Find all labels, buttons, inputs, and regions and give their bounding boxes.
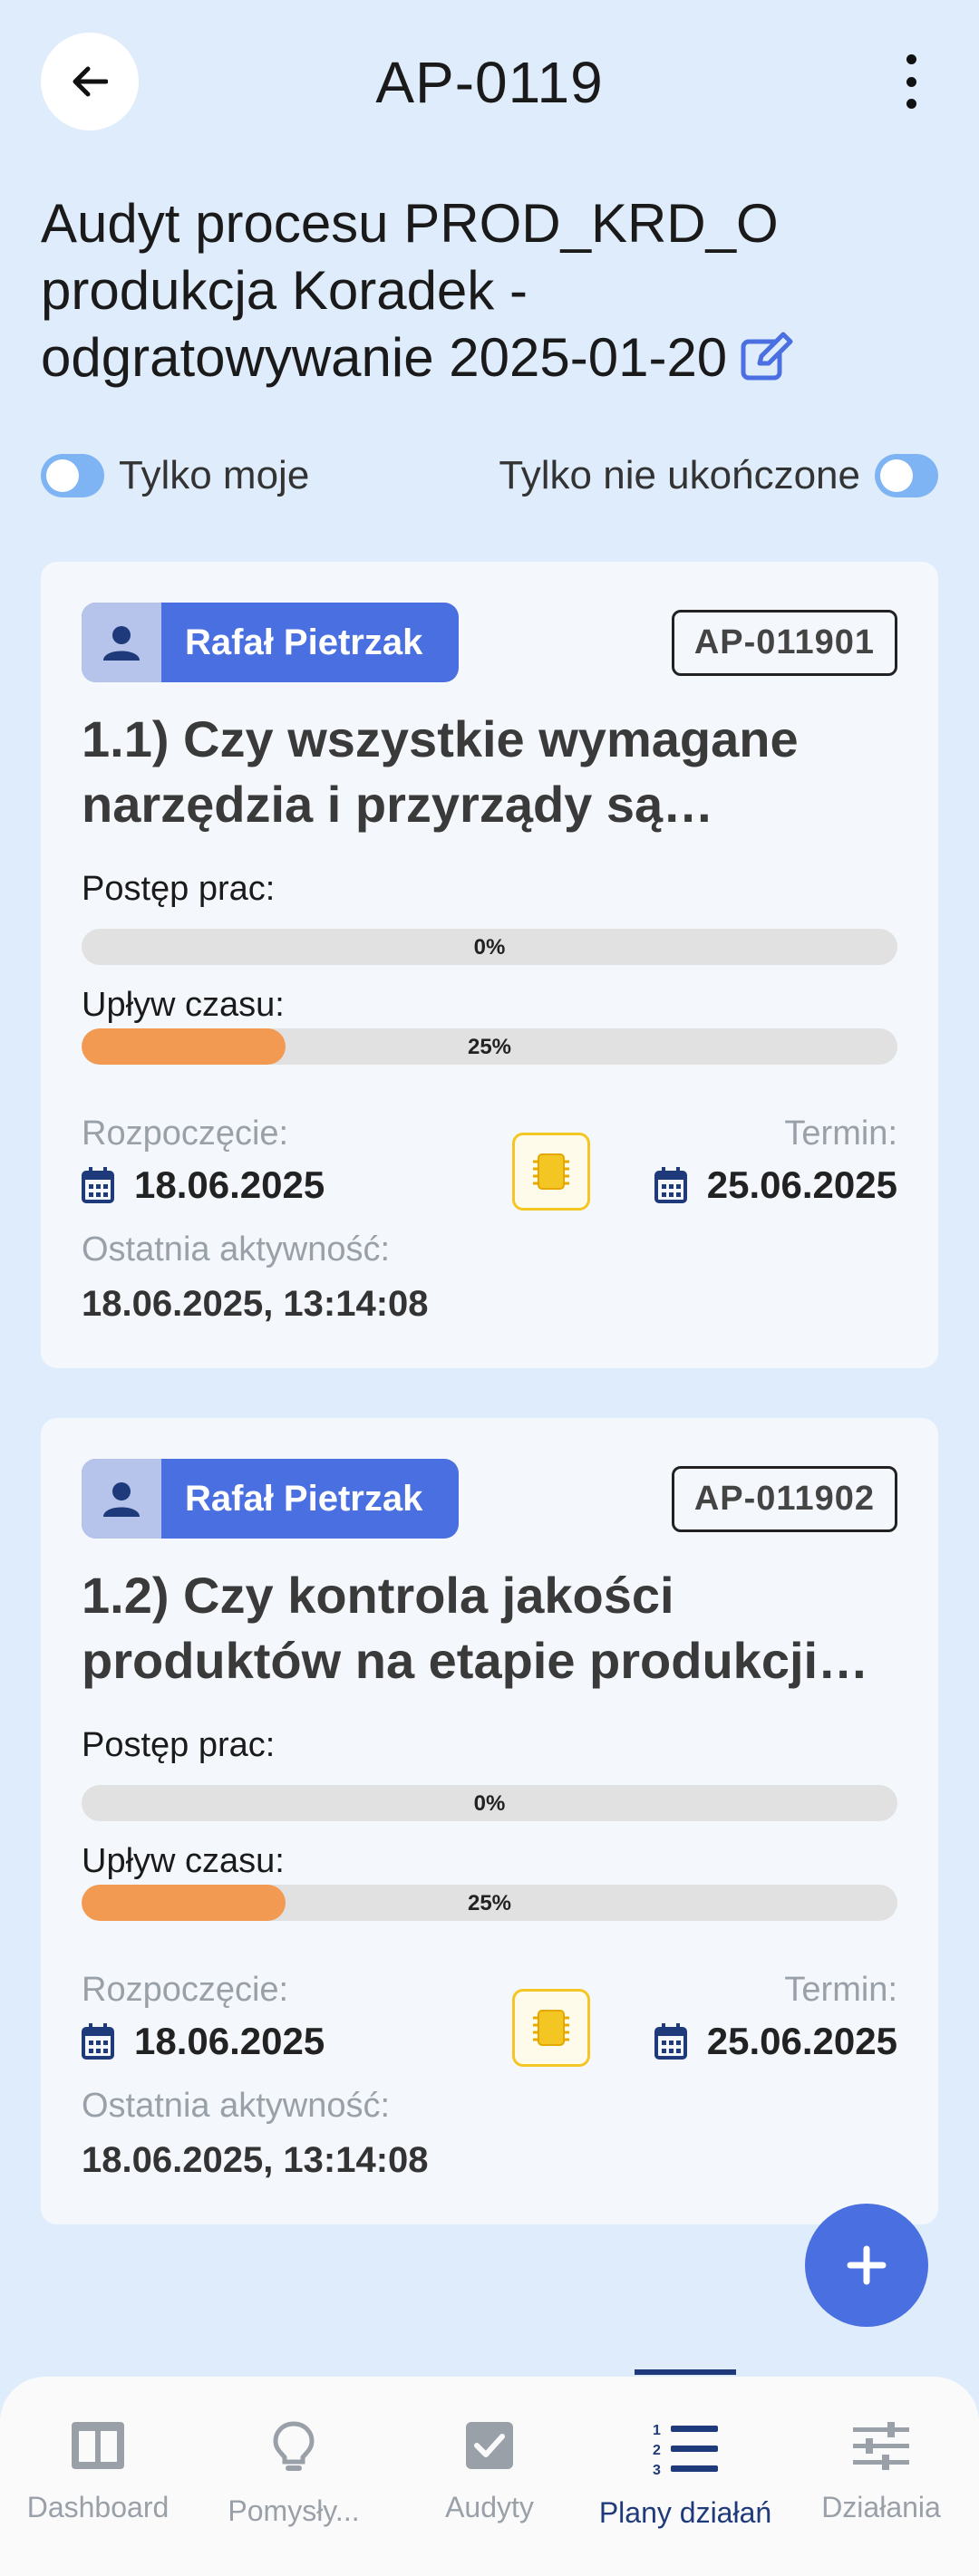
time-elapsed-percent: 25%	[467, 1035, 512, 1059]
checkbox-icon	[466, 2422, 513, 2469]
progress-percent: 0%	[473, 935, 506, 960]
only-mine-label: Tylko moje	[119, 453, 310, 497]
start-label: Rozpoczęcie:	[82, 1971, 289, 2009]
only-mine-toggle[interactable]	[41, 454, 104, 497]
more-vertical-icon	[906, 54, 916, 64]
edit-icon[interactable]	[740, 330, 796, 397]
card-code: AP-011902	[671, 1466, 897, 1532]
time-elapsed-bar: 25%	[82, 1885, 897, 1921]
lightbulb-icon	[273, 2421, 315, 2471]
plus-icon	[847, 2245, 887, 2285]
sliders-icon	[853, 2422, 909, 2470]
time-elapsed-percent: 25%	[467, 1891, 512, 1915]
card-code: AP-011901	[671, 610, 897, 676]
nav-label: Dashboard	[26, 2491, 170, 2523]
start-date: 18.06.2025	[82, 2020, 325, 2063]
start-date-value: 18.06.2025	[134, 2020, 325, 2062]
svg-text:2: 2	[653, 2443, 661, 2458]
chip-icon[interactable]	[512, 1133, 590, 1211]
assignee-name: Rafał Pietrzak	[185, 1478, 423, 1519]
time-elapsed-label: Upływ czasu:	[82, 986, 285, 1024]
card-title: 1.2) Czy kontrola jakości produktów na e…	[82, 1567, 819, 1689]
deadline-date-value: 25.06.2025	[706, 1163, 897, 1206]
deadline-label: Termin:	[784, 1114, 897, 1153]
assignee-badge: Rafał Pietrzak	[82, 1459, 459, 1539]
progress-percent: 0%	[473, 1791, 506, 1816]
start-date: 18.06.2025	[82, 1163, 325, 1207]
start-label: Rozpoczęcie:	[82, 1114, 289, 1153]
audit-title: Audyt procesu PROD_KRD_O produkcja Korad…	[41, 190, 911, 397]
deadline-date-value: 25.06.2025	[706, 2020, 897, 2062]
progress-label: Postęp prac:	[82, 870, 276, 908]
nav-label: Działania	[821, 2491, 941, 2523]
audit-title-text: Audyt procesu PROD_KRD_O produkcja Korad…	[41, 193, 779, 388]
last-activity-value: 18.06.2025, 13:14:08	[82, 1284, 429, 1324]
calendar-icon	[654, 2023, 687, 2060]
progress-label: Postęp prac:	[82, 1726, 276, 1764]
last-activity-label: Ostatnia aktywność:	[82, 1230, 391, 1269]
nav-label: Audyty	[445, 2491, 534, 2523]
only-unfinished-label: Tylko nie ukończone	[499, 453, 860, 497]
deadline-date: 25.06.2025	[654, 2020, 897, 2063]
deadline-label: Termin:	[784, 1971, 897, 2009]
add-button[interactable]	[805, 2204, 928, 2327]
nav-ideas[interactable]: Pomysły...	[196, 2377, 392, 2576]
time-elapsed-label: Upływ czasu:	[82, 1842, 285, 1880]
action-plan-card[interactable]: Rafał Pietrzak AP-011901 1.1) Czy wszyst…	[41, 562, 938, 1368]
svg-text:1: 1	[653, 2423, 661, 2438]
filters-row: Tylko moje Tylko nie ukończone	[41, 453, 938, 507]
progress-bar: 0%	[82, 1785, 897, 1821]
card-title: 1.1) Czy wszystkie wymagane narzędzia i …	[82, 710, 799, 833]
progress-bar: 0%	[82, 929, 897, 965]
calendar-icon	[654, 1167, 687, 1203]
nav-label: Pomysły...	[228, 2494, 360, 2527]
bottom-navigation: Dashboard Pomysły... Audyty 1 2 3 Plany dz…	[0, 2369, 979, 2576]
only-unfinished-toggle[interactable]	[875, 454, 938, 497]
last-activity-value: 18.06.2025, 13:14:08	[82, 2140, 429, 2180]
numbered-list-icon: 1 2 3	[653, 2423, 718, 2476]
person-icon	[82, 1459, 161, 1539]
page-title: AP-0119	[375, 50, 604, 115]
dashboard-icon	[72, 2422, 124, 2469]
last-activity-label: Ostatnia aktywność:	[82, 2087, 391, 2125]
nav-activities[interactable]: Działania	[783, 2377, 979, 2576]
nav-action-plans[interactable]: 1 2 3 Plany działań	[587, 2369, 783, 2576]
assignee-name: Rafał Pietrzak	[185, 622, 423, 662]
assignee-badge: Rafał Pietrzak	[82, 603, 459, 682]
svg-text:3: 3	[653, 2463, 661, 2476]
only-unfinished-filter[interactable]: Tylko nie ukończone	[499, 453, 938, 498]
only-mine-filter[interactable]: Tylko moje	[41, 453, 309, 498]
time-elapsed-bar: 25%	[82, 1028, 897, 1065]
nav-dashboard[interactable]: Dashboard	[0, 2377, 196, 2576]
app-header: AP-0119	[41, 33, 938, 132]
action-plan-card[interactable]: Rafał Pietrzak AP-011902 1.2) Czy kontro…	[41, 1418, 938, 2224]
calendar-icon	[82, 2023, 114, 2060]
person-icon	[82, 603, 161, 682]
more-options-button[interactable]	[893, 54, 929, 109]
nav-label: Plany działań	[598, 2496, 772, 2529]
start-date-value: 18.06.2025	[134, 1163, 325, 1206]
calendar-icon	[82, 1167, 114, 1203]
chip-icon[interactable]	[512, 1989, 590, 2067]
deadline-date: 25.06.2025	[654, 1163, 897, 1207]
nav-audits[interactable]: Audyty	[392, 2377, 587, 2576]
